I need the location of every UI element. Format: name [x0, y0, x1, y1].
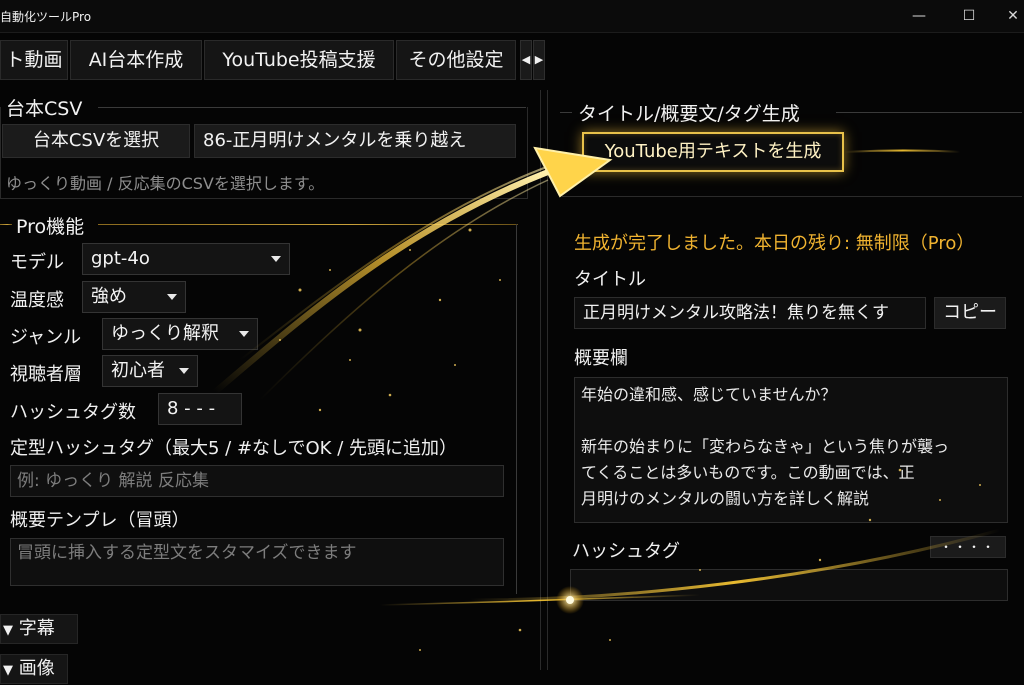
panel-splitter[interactable]	[540, 90, 548, 670]
genre-label: ジャンル	[10, 327, 82, 348]
close-icon[interactable]: ✕	[1002, 6, 1024, 26]
temperature-label: 温度感	[10, 290, 64, 311]
subtitles-label: 字幕	[18, 618, 55, 639]
audience-select[interactable]: 初心者	[102, 355, 198, 387]
fixed-hashtag-label: 定型ハッシュタグ（最大5 / #なしでOK / 先頭に追加）	[10, 438, 457, 459]
images-collapsible[interactable]: ▼ 画像	[0, 654, 68, 684]
description-line	[581, 408, 1001, 434]
csv-hint: ゆっくり動画 / 反応集のCSVを選択します。	[6, 174, 325, 193]
selected-csv-file[interactable]: 86-正月明けメンタルを乗り越え	[194, 124, 516, 158]
tab-scroll-left-icon[interactable]: ◀	[520, 40, 532, 80]
description-line: 年始の違和感、感じていませんか？	[581, 385, 837, 404]
generate-rule-right	[836, 112, 1022, 113]
triangle-down-icon: ▼	[3, 623, 13, 638]
hashtag-more-button[interactable]: ・・・・	[930, 536, 1006, 558]
hashtag-field[interactable]	[570, 569, 1008, 601]
description-line: 月明けのメンタルの闘い方を詳しく解説	[581, 489, 870, 508]
generate-section-separator	[562, 196, 1022, 197]
hashtag-count-spinbox[interactable]: 8 - - -	[158, 393, 242, 425]
chevron-down-icon	[179, 368, 189, 374]
tab-scroll-right-icon[interactable]: ▶	[533, 40, 545, 80]
pro-section-border	[516, 224, 517, 594]
temperature-value: 強め	[91, 286, 127, 307]
chevron-down-icon	[271, 256, 281, 262]
tab-ai-script[interactable]: AI台本作成	[70, 40, 202, 80]
tab-other-settings[interactable]: その他設定	[396, 40, 516, 80]
select-csv-button[interactable]: 台本CSVを選択	[2, 124, 190, 158]
temperature-select[interactable]: 強め	[82, 281, 186, 313]
audience-label: 視聴者層	[10, 364, 82, 385]
template-textarea[interactable]: 冒頭に挿入する定型文をスタマイズできます	[10, 538, 504, 586]
hashtag-count-value: 8 - - -	[167, 398, 216, 419]
audience-value: 初心者	[111, 360, 165, 381]
model-label: モデル	[10, 252, 64, 273]
title-bar	[0, 0, 1024, 33]
hashtag-label: ハッシュタグ	[572, 541, 680, 562]
status-message: 生成が完了しました。本日の残り: 無制限（Pro）	[574, 233, 975, 254]
generate-section-title: タイトル/概要文/タグ生成	[578, 103, 800, 125]
chevron-down-icon	[239, 331, 249, 337]
generate-youtube-text-button[interactable]: YouTube用テキストを生成	[582, 132, 844, 172]
images-label: 画像	[18, 658, 55, 679]
minimize-icon[interactable]: —	[908, 6, 930, 26]
generate-rule-left	[560, 112, 572, 113]
title-field[interactable]: 正月明けメンタル攻略法！焦りを無くす	[574, 297, 926, 329]
template-label: 概要テンプレ（冒頭）	[10, 510, 190, 531]
description-textarea[interactable]: 年始の違和感、感じていませんか？ 新年の始まりに「変わらなきゃ」という焦りが襲っ…	[574, 377, 1008, 523]
pro-rule-right	[98, 224, 518, 225]
tab-youtube-support[interactable]: YouTube投稿支援	[204, 40, 394, 80]
hashtag-count-label: ハッシュタグ数	[10, 402, 136, 423]
model-value: gpt-4o	[91, 248, 150, 269]
description-line: 新年の始まりに「変わらなきゃ」という焦りが襲っ	[581, 437, 950, 456]
triangle-down-icon: ▼	[3, 663, 13, 678]
model-select[interactable]: gpt-4o	[82, 243, 290, 275]
copy-button[interactable]: コピー	[934, 297, 1006, 329]
description-label: 概要欄	[574, 348, 628, 369]
app-title: 自動化ツールPro	[0, 10, 92, 24]
tab-video[interactable]: ト動画	[0, 40, 68, 80]
subtitles-collapsible[interactable]: ▼ 字幕	[0, 614, 78, 644]
fixed-hashtag-input[interactable]: 例: ゆっくり 解説 反応集	[10, 465, 504, 497]
maximize-icon[interactable]: ☐	[958, 6, 980, 26]
genre-select[interactable]: ゆっくり解釈	[102, 318, 258, 350]
pro-section-title: Pro機能	[16, 216, 85, 238]
title-label: タイトル	[574, 269, 646, 290]
genre-value: ゆっくり解釈	[111, 323, 219, 344]
description-line: てくることは多いものです。この動画では、正	[581, 463, 915, 482]
pro-rule-left	[0, 224, 12, 225]
chevron-down-icon	[167, 294, 177, 300]
